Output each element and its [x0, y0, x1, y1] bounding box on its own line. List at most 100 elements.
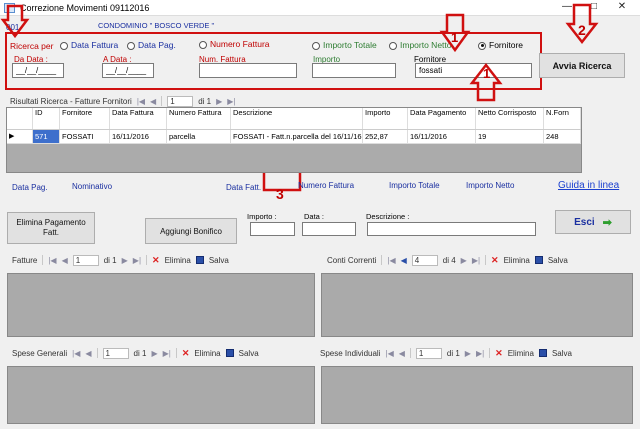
- guida-link[interactable]: Guida in linea: [558, 180, 619, 191]
- next-icon[interactable]: ▶: [122, 256, 128, 265]
- delete-icon[interactable]: ✕: [495, 348, 503, 359]
- next-icon[interactable]: ▶: [461, 256, 467, 265]
- cell-numero-fattura[interactable]: parcella: [167, 130, 231, 143]
- elimina-pagamento-button[interactable]: Elimina Pagamento Fatt.: [7, 212, 95, 244]
- fatture-count: di 1: [103, 255, 117, 265]
- spese-individuali-panel: [321, 366, 633, 424]
- grid-header: ID Fornitore Data Fattura Numero Fattura…: [7, 108, 581, 130]
- conti-elimina[interactable]: Elimina: [504, 256, 530, 265]
- row-header-cell: [7, 108, 33, 129]
- spese-generali-salva[interactable]: Salva: [239, 349, 259, 358]
- last-icon[interactable]: ▶|: [163, 349, 171, 358]
- delete-icon[interactable]: ✕: [152, 255, 160, 266]
- column-header[interactable]: Descrizione: [231, 108, 363, 129]
- delete-icon[interactable]: ✕: [182, 348, 190, 359]
- spese-individuali-navigator: Spese Individuali |◀ ◀ 1 di 1 ▶ ▶| ✕ Eli…: [320, 346, 632, 360]
- fatture-position[interactable]: 1: [72, 254, 99, 266]
- aggiungi-bonifico-button[interactable]: Aggiungi Bonifico: [145, 218, 237, 244]
- next-icon[interactable]: ▶: [151, 349, 157, 358]
- spese-individuali-count: di 1: [446, 348, 460, 358]
- cell-fornitore[interactable]: FOSSATI: [60, 130, 110, 143]
- conti-count: di 4: [442, 255, 456, 265]
- results-count: di 1: [198, 96, 212, 106]
- arrow-1-icon: [0, 4, 30, 39]
- column-header[interactable]: Data Fattura: [110, 108, 167, 129]
- column-header[interactable]: N.Forn: [544, 108, 581, 129]
- last-icon[interactable]: ▶|: [472, 256, 480, 265]
- next-icon[interactable]: ▶: [216, 97, 222, 106]
- spese-individuali-position[interactable]: 1: [415, 347, 442, 359]
- last-icon[interactable]: ▶|: [476, 349, 484, 358]
- spese-generali-elimina[interactable]: Elimina: [194, 349, 220, 358]
- importo-totale-label: Importo Totale: [389, 181, 440, 190]
- cell-netto-corrisposto[interactable]: 19: [476, 130, 544, 143]
- column-header[interactable]: Numero Fattura: [167, 108, 231, 129]
- spese-generali-navigator: Spese Generali |◀ ◀ 1 di 1 ▶ ▶| ✕ Elimin…: [12, 346, 316, 360]
- table-row[interactable]: ▶ 571 FOSSATI 16/11/2016 parcella FOSSAT…: [7, 130, 581, 144]
- first-icon[interactable]: |◀: [137, 97, 145, 106]
- column-header[interactable]: Data Pagamento: [408, 108, 476, 129]
- next-icon[interactable]: ▶: [465, 349, 471, 358]
- cell-id[interactable]: 571: [33, 130, 60, 143]
- cell-importo[interactable]: 252,87: [363, 130, 408, 143]
- spese-generali-count: di 1: [133, 348, 147, 358]
- separator: [96, 348, 98, 358]
- fatture-salva[interactable]: Salva: [209, 256, 229, 265]
- prev-icon[interactable]: ◀: [62, 256, 68, 265]
- delete-icon[interactable]: ✕: [491, 255, 499, 266]
- column-header[interactable]: Importo: [363, 108, 408, 129]
- prev-icon[interactable]: ◀: [85, 349, 91, 358]
- first-icon[interactable]: |◀: [48, 256, 56, 265]
- prev-icon[interactable]: ◀: [150, 97, 156, 106]
- bonifico-data-label: Data :: [304, 212, 325, 221]
- bonifico-descrizione-label: Descrizione :: [366, 212, 410, 221]
- cell-descrizione[interactable]: FOSSATI - Fatt.n.parcella del 16/11/16: [231, 130, 363, 143]
- bonifico-importo-field[interactable]: [250, 222, 295, 236]
- separator: [409, 348, 411, 358]
- bonifico-descrizione-field[interactable]: [367, 222, 536, 236]
- column-header[interactable]: Fornitore: [60, 108, 110, 129]
- first-icon[interactable]: |◀: [387, 256, 395, 265]
- exit-arrow-icon: ➡: [602, 216, 612, 229]
- first-icon[interactable]: |◀: [385, 349, 393, 358]
- fatture-navigator: Fatture |◀ ◀ 1 di 1 ▶ ▶| ✕ Elimina Salva: [12, 253, 316, 267]
- step-1-bottom: 1: [483, 66, 491, 81]
- save-icon[interactable]: [195, 256, 204, 264]
- fatture-label: Fatture: [12, 255, 38, 265]
- column-header[interactable]: Netto Corrisposto: [476, 108, 544, 129]
- conti-salva[interactable]: Salva: [548, 256, 568, 265]
- cell-data-fattura[interactable]: 16/11/2016: [110, 130, 167, 143]
- bonifico-importo-label: Importo :: [247, 212, 277, 221]
- save-icon[interactable]: [225, 349, 234, 357]
- save-icon[interactable]: [534, 256, 543, 264]
- bonifico-data-field[interactable]: [302, 222, 356, 236]
- importo-netto-label: Importo Netto: [466, 181, 515, 190]
- last-icon[interactable]: ▶|: [227, 97, 235, 106]
- cell-data-pagamento[interactable]: 16/11/2016: [408, 130, 476, 143]
- conti-label: Conti Correnti: [327, 255, 377, 265]
- last-icon[interactable]: ▶|: [133, 256, 141, 265]
- numero-fattura-label: Numero Fattura: [298, 181, 355, 190]
- esci-button[interactable]: Esci ➡: [555, 210, 631, 234]
- spese-individuali-salva[interactable]: Salva: [552, 349, 572, 358]
- conti-panel: [321, 273, 633, 337]
- conti-position[interactable]: 4: [411, 254, 438, 266]
- first-icon[interactable]: |◀: [72, 349, 80, 358]
- step-3: 3: [276, 186, 284, 202]
- spese-individuali-label: Spese Individuali: [320, 348, 381, 358]
- save-icon[interactable]: [538, 349, 547, 357]
- spese-generali-panel: [7, 366, 315, 424]
- separator: [175, 348, 177, 358]
- prev-icon[interactable]: ◀: [399, 349, 405, 358]
- spese-generali-label: Spese Generali: [12, 348, 68, 358]
- fatture-elimina[interactable]: Elimina: [165, 256, 191, 265]
- results-label: Risultati Ricerca - Fatture Fornitori: [10, 96, 132, 106]
- cell-n-forn[interactable]: 248: [544, 130, 581, 143]
- column-header[interactable]: ID: [33, 108, 60, 129]
- prev-icon[interactable]: ◀: [401, 256, 407, 265]
- spese-individuali-elimina[interactable]: Elimina: [508, 349, 534, 358]
- spese-generali-position[interactable]: 1: [102, 347, 129, 359]
- conti-navigator: Conti Correnti |◀ ◀ 4 di 4 ▶ ▶| ✕ Elimin…: [327, 253, 631, 267]
- results-position[interactable]: 1: [167, 95, 194, 107]
- step-1-top: 1: [451, 30, 459, 45]
